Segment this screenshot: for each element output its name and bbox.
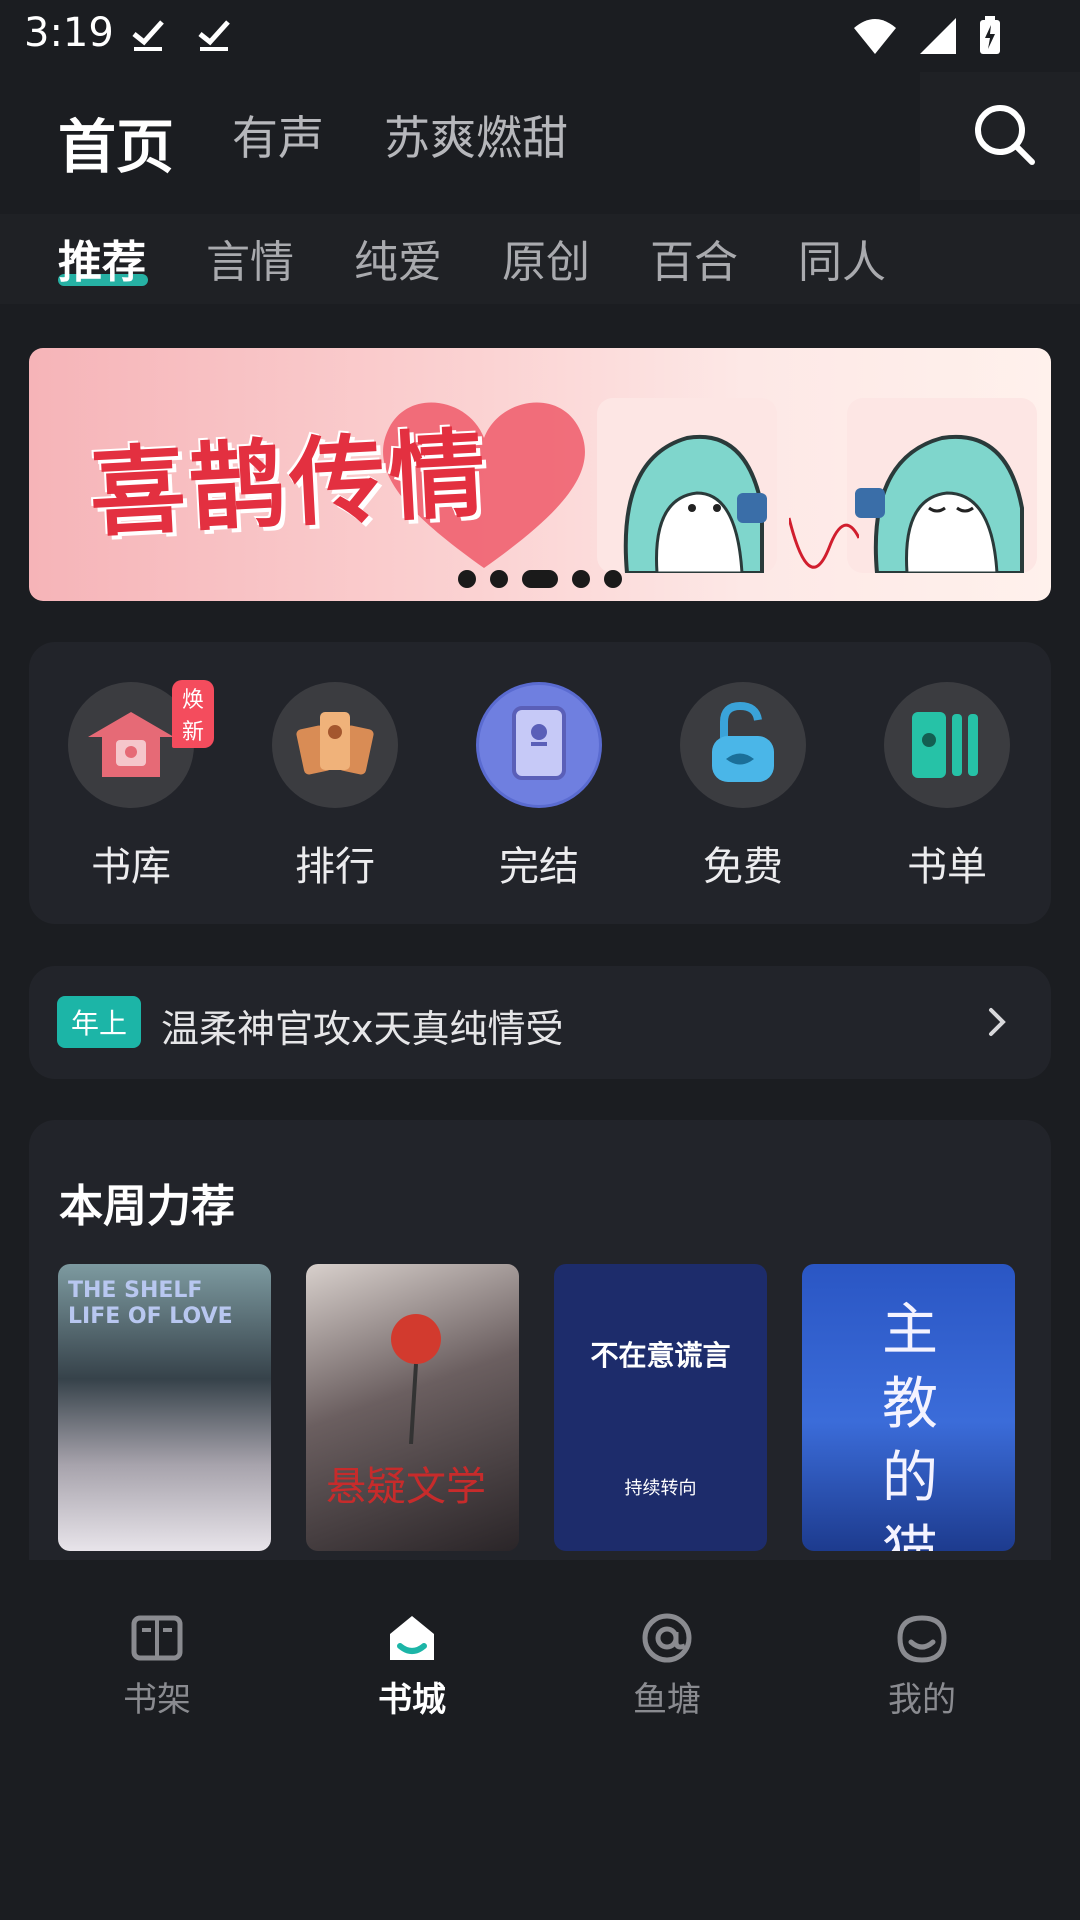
search-button[interactable] <box>920 72 1080 200</box>
entry-label: 完结 <box>499 844 579 890</box>
nav-bookshelf[interactable]: 书架 <box>87 1610 227 1721</box>
section-title: 本周力荐 <box>59 1181 235 1232</box>
cover-title: 主教的猫 <box>882 1298 938 1551</box>
entry-ranking[interactable]: 排行 <box>270 682 400 892</box>
nav-label: 我的 <box>888 1680 956 1720</box>
nav-bookstore[interactable]: 书城 <box>342 1610 482 1721</box>
status-time: 3:19 <box>24 10 114 56</box>
banner-dot[interactable] <box>604 570 622 588</box>
wifi-icon <box>854 19 896 54</box>
banner-dot-active[interactable] <box>522 570 558 588</box>
tab-fanfic[interactable]: 同人 <box>798 226 886 290</box>
entry-label: 书单 <box>907 844 987 890</box>
top-tab-home[interactable]: 首页 <box>58 100 174 184</box>
cover-title: 不在意谎言 <box>590 1339 731 1372</box>
entry-finished[interactable]: 完结 <box>474 682 604 892</box>
tab-recommend[interactable]: 推荐 <box>58 226 146 290</box>
entry-library[interactable]: 焕新 书库 <box>66 680 215 892</box>
tab-original[interactable]: 原创 <box>502 226 590 290</box>
download-check-icon <box>198 20 230 51</box>
promo-banner[interactable]: 喜鹊传情 <box>29 348 1051 601</box>
bookshelf-icon <box>131 1615 183 1661</box>
entry-label: 书库 <box>91 844 171 890</box>
ranking-icon <box>296 712 374 775</box>
cover-author: 持续转向 <box>624 1478 697 1499</box>
tag-pill: 年上 <box>57 996 142 1048</box>
bird-character-left-icon <box>597 398 777 573</box>
book-cover[interactable]: 不在意谎言 持续转向 <box>554 1264 767 1551</box>
entry-free[interactable]: 免费 <box>678 682 808 892</box>
nav-label: 书城 <box>378 1680 446 1720</box>
weekly-recommendation: 本周力荐 THE SHELF LIFE OF LOVE 悬疑文学 不在意谎言 持… <box>29 1120 1051 1560</box>
banner-pagination <box>29 570 1051 588</box>
cover-title: THE SHELF LIFE OF LOVE <box>68 1278 233 1329</box>
bird-character-right-icon <box>847 398 1037 573</box>
search-icon[interactable] <box>972 102 1038 168</box>
fishpond-at-icon <box>642 1613 692 1663</box>
quick-entry-panel: 焕新 书库 排行 完结 免费 书单 <box>29 642 1051 924</box>
booklist-icon <box>912 712 978 778</box>
entry-label: 排行 <box>295 844 375 890</box>
tab-romance[interactable]: 言情 <box>206 226 294 290</box>
tag-description: 温柔神官攻x天真纯情受 <box>161 1007 564 1051</box>
chevron-right-icon <box>989 1008 1006 1036</box>
download-check-icon <box>132 20 164 51</box>
top-tab-audio[interactable]: 有声 <box>232 102 324 168</box>
string-phone-line <box>789 517 859 569</box>
tag-recommendation[interactable]: 年上 温柔神官攻x天真纯情受 <box>29 966 1051 1079</box>
cover-title: 悬疑文学 <box>326 1464 486 1510</box>
bookstore-home-icon <box>390 1616 434 1660</box>
banner-dot[interactable] <box>490 570 508 588</box>
book-cover[interactable]: THE SHELF LIFE OF LOVE <box>58 1264 271 1551</box>
finished-book-icon <box>479 685 599 805</box>
nav-label: 书架 <box>123 1680 191 1720</box>
nav-profile[interactable]: 我的 <box>852 1610 992 1721</box>
free-unlock-icon <box>712 701 774 782</box>
signal-icon <box>920 18 956 54</box>
top-tab-sweet[interactable]: 苏爽燃甜 <box>384 102 568 168</box>
nav-fishpond[interactable]: 鱼塘 <box>597 1610 737 1721</box>
profile-icon <box>897 1615 947 1663</box>
rose-icon <box>391 1314 441 1444</box>
entry-label: 免费 <box>703 844 783 890</box>
banner-title: 喜鹊传情 <box>86 416 493 551</box>
entry-booklist[interactable]: 书单 <box>882 682 1012 892</box>
bottom-nav: 书架 书城 鱼塘 我的 <box>0 1560 1080 1920</box>
nav-label: 鱼塘 <box>633 1680 701 1720</box>
book-cover[interactable]: 悬疑文学 <box>306 1264 519 1551</box>
status-bar: 3:19 <box>0 0 1080 72</box>
top-nav: 首页 有声 苏爽燃甜 <box>0 72 1080 200</box>
category-tabs: 推荐 言情 纯爱 原创 百合 同人 <box>0 214 1080 304</box>
new-badge: 焕新 <box>172 680 215 748</box>
book-cover[interactable]: 主教的猫 <box>802 1264 1015 1551</box>
banner-dot[interactable] <box>458 570 476 588</box>
tab-gl[interactable]: 百合 <box>650 226 738 290</box>
banner-dot[interactable] <box>572 570 590 588</box>
battery-charging-icon <box>980 16 1000 54</box>
tab-bl[interactable]: 纯爱 <box>354 226 442 290</box>
